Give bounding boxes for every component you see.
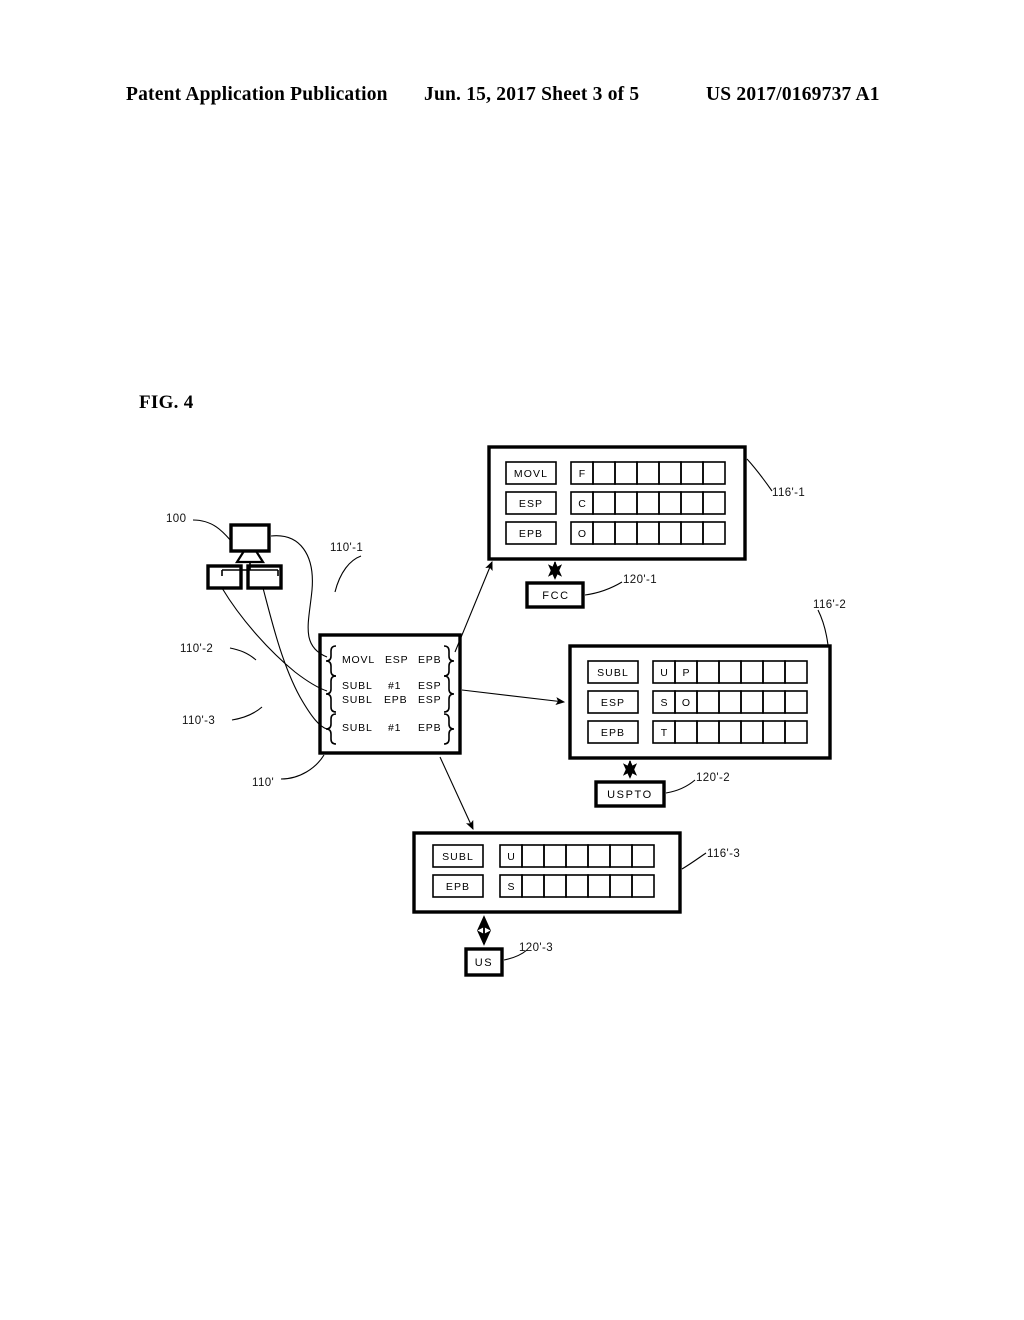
block-1-row-2-label: ESP [519,498,543,510]
code-line-3-arg2: ESP [418,694,441,706]
ref-label-116-2: 116'-2 [813,599,846,611]
code-line-2-arg1: #1 [388,680,401,692]
ref-label-120-1: 120'-1 [623,574,657,586]
agency-label-uspto: USPTO [607,789,653,801]
ref-110-leader: 110' [252,754,325,789]
code-line-1-op: MOVL [342,654,375,666]
block-1-row-1-label: MOVL [514,468,548,480]
block-2-row-2-cell-2: O [682,697,690,709]
ref-100-leader: 100 [166,513,233,543]
block-1-row-3-label: EPB [519,528,543,540]
ref-label-116-3: 116'-3 [707,848,740,860]
ref-label-100: 100 [166,513,186,525]
block-2-row-3-label: EPB [601,727,625,739]
block-2-row-1-cell-2: P [682,667,689,679]
block-3-row-1-cells: U [499,844,655,868]
code-line-1-arg1: ESP [385,654,408,666]
block-1-row-2-cell-1: C [578,498,586,510]
ref-120-3-leader: 120'-3 [503,942,553,961]
flow-codebox-to-block1 [454,560,493,653]
code-line-3-op: SUBL [342,694,373,706]
block-2-row-1-cell-1: U [660,667,668,679]
block-3-row-1-label: SUBL [442,851,474,863]
code-line-4-op: SUBL [342,722,373,734]
code-line-1-arg2: EPB [418,654,441,666]
ref-110-1-leader: 110'-1 [330,542,363,593]
ref-116-1-leader: 116'-1 [746,458,805,499]
data-block-1: MOVL F ESP C EPB O [487,445,747,561]
block-2-row-2-cells: S O [652,690,808,714]
ref-110-3-leader: 110'-3 [182,706,263,727]
agency-box-fcc: FCC [525,581,585,609]
code-box: MOVL ESP EPB SUBL #1 ESP SUBL EPB ESP SU… [318,633,462,755]
block-3-row-1-cell-1: U [507,851,515,863]
code-line-2-arg2: ESP [418,680,441,692]
code-line-4-arg1: #1 [388,722,401,734]
ref-label-110: 110' [252,777,274,789]
ref-116-3-leader: 116'-3 [681,848,740,870]
ref-label-110-3: 110'-3 [182,715,215,727]
block-3-row-2-cell-1: S [507,881,514,893]
ref-label-110-1: 110'-1 [330,542,363,554]
flow-codebox-to-block3 [439,756,474,830]
code-line-4-arg2: EPB [418,722,441,734]
code-group-2: SUBL #1 ESP SUBL EPB ESP [325,675,455,713]
ref-label-120-3: 120'-3 [519,942,553,954]
block-2-row-3-cells: T [652,720,808,744]
flow-codebox-to-block2 [461,689,566,705]
data-block-2: SUBL U P ESP S O EPB T [568,644,832,760]
block-1-row-2-cells: C [570,491,726,515]
block-1-row-1-cell-1: F [579,468,585,480]
code-group-3: SUBL #1 EPB [325,713,455,745]
block-2-row-1-cells: U P [652,660,808,684]
ref-label-120-2: 120'-2 [696,772,730,784]
block-2-row-3-cell-1: T [661,727,668,739]
figure-drawing: 100 MOVL ESP EPB SUBL #1 ESP SUBL EPB ES… [0,0,1024,1320]
agency-label-us: US [475,957,493,969]
code-line-2-op: SUBL [342,680,373,692]
ref-label-110-2: 110'-2 [180,643,213,655]
source-network-icon [206,523,283,590]
agency-label-fcc: FCC [542,590,569,602]
block-2-row-2-label: ESP [601,697,625,709]
ref-120-2-leader: 120'-2 [665,772,730,794]
ref-116-2-leader: 116'-2 [813,599,846,646]
block-1-row-1-cells: F [570,461,726,485]
block-2-row-2-cell-1: S [660,697,667,709]
agency-box-uspto: USPTO [594,780,666,808]
block-1-row-3-cells: O [570,521,726,545]
block-3-row-2-label: EPB [446,881,470,893]
ref-label-116-1: 116'-1 [772,487,805,499]
block-1-row-3-cell-1: O [578,528,586,540]
code-line-3-arg1: EPB [384,694,407,706]
block-2-row-1-label: SUBL [597,667,629,679]
data-block-3: SUBL U EPB S [412,831,682,914]
ref-120-1-leader: 120'-1 [584,574,657,596]
block-3-row-2-cells: S [499,874,655,898]
code-group-1: MOVL ESP EPB [325,645,455,677]
agency-box-us: US [464,947,504,977]
ref-110-2-leader: 110'-2 [180,643,257,661]
